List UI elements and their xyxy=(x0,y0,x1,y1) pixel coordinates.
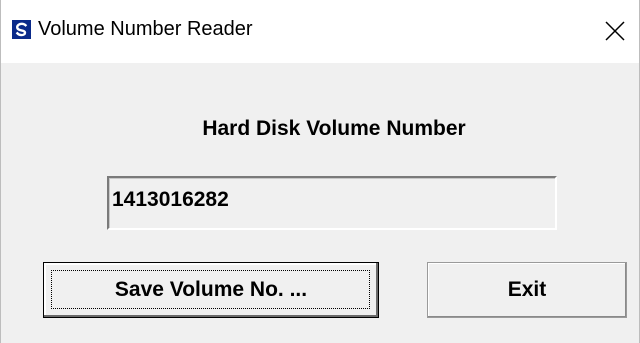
window-title: Volume Number Reader xyxy=(38,18,253,40)
exit-button[interactable]: Exit xyxy=(427,262,627,318)
title-bar[interactable]: Volume Number Reader xyxy=(1,0,639,63)
app-logo-icon xyxy=(12,20,31,39)
close-button[interactable] xyxy=(597,12,633,48)
volume-heading: Hard Disk Volume Number xyxy=(202,117,466,140)
volume-number-field[interactable]: 1413016282 xyxy=(107,176,557,230)
save-volume-button-label: Save Volume No. ... xyxy=(114,278,308,301)
close-icon xyxy=(605,21,625,41)
exit-button-label: Exit xyxy=(507,278,547,301)
app-window: Volume Number Reader Hard Disk Volume Nu… xyxy=(0,0,640,343)
save-volume-button[interactable]: Save Volume No. ... xyxy=(43,262,379,318)
